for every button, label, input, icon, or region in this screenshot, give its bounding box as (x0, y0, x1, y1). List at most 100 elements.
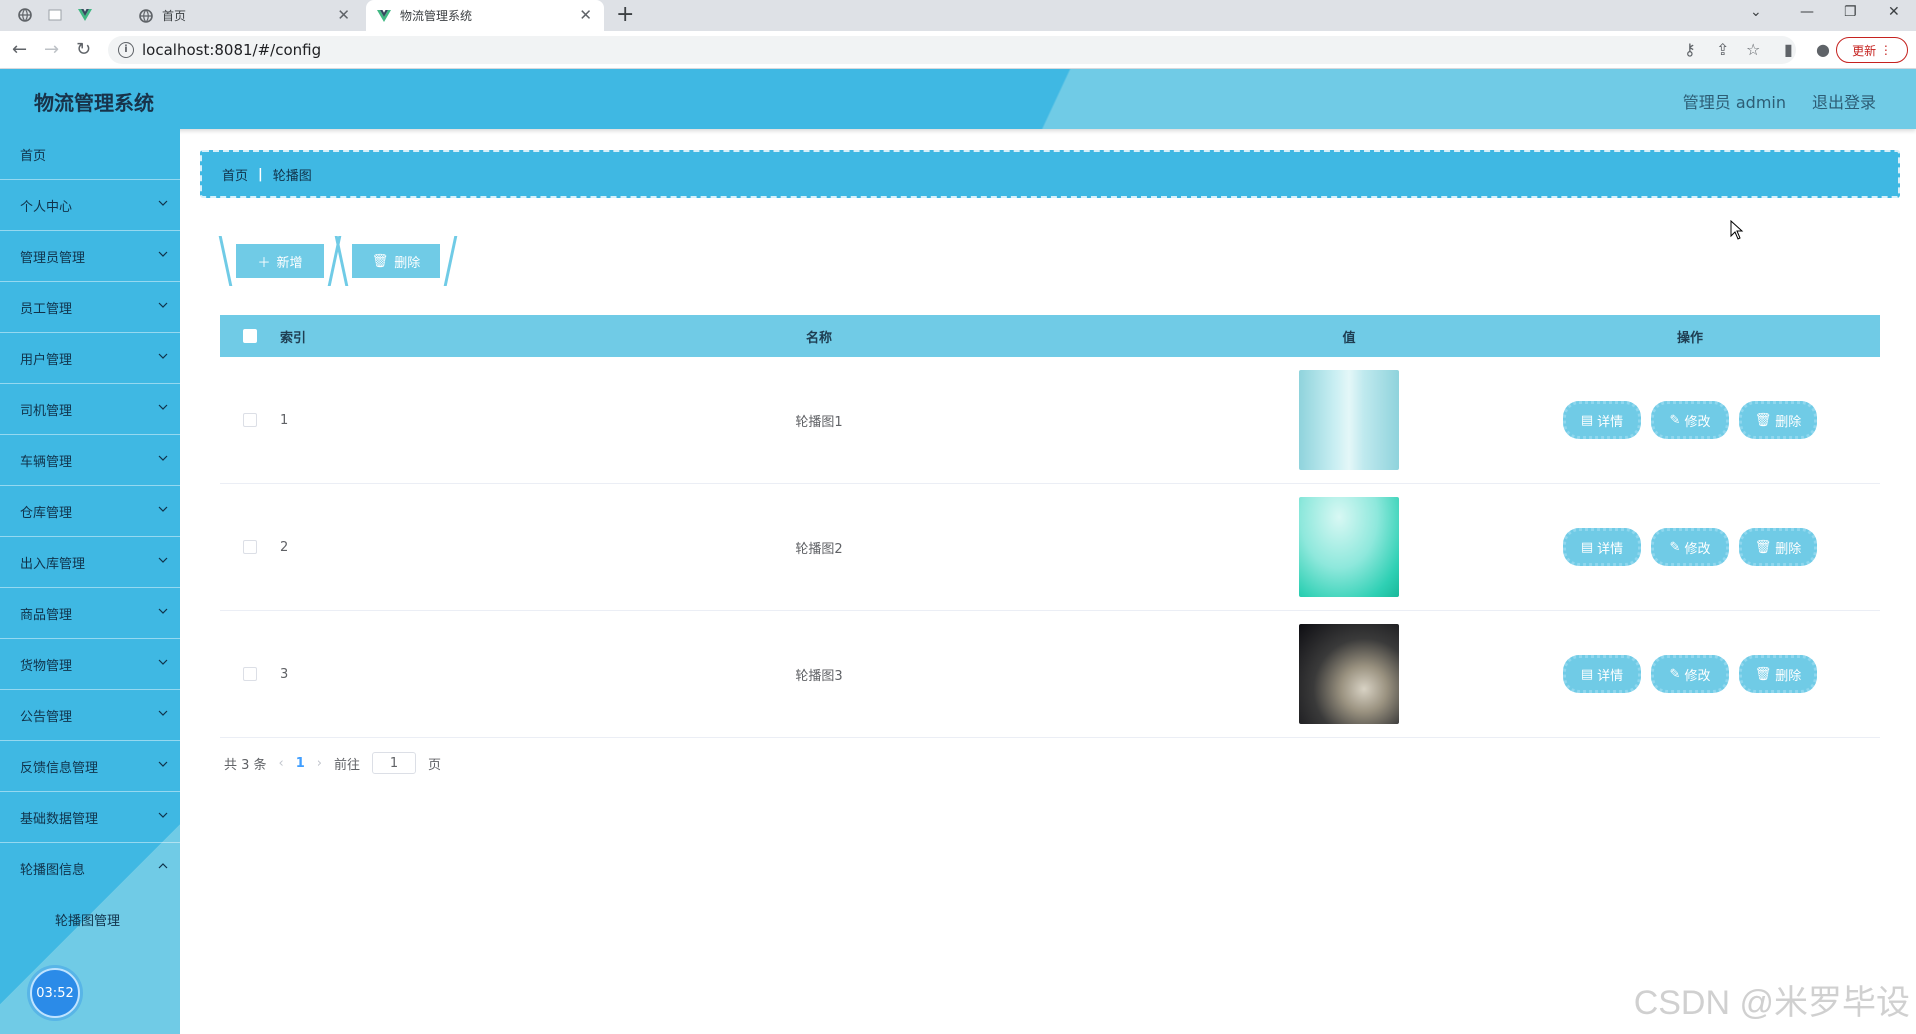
tab-logistics[interactable]: 物流管理系统 ✕ (366, 0, 604, 31)
select-all-checkbox[interactable] (243, 329, 257, 343)
prev-page-icon[interactable]: ‹ (279, 756, 284, 771)
detail-button[interactable]: ▤ 详情 (1563, 528, 1641, 566)
sidebar: 首页 个人中心 管理员管理 员工管理 用户管理 司机管理 车辆管理 仓库管理 出… (0, 129, 180, 1034)
close-window-icon[interactable]: ✕ (1888, 4, 1900, 20)
sidebar-item-label: 个人中心 (20, 199, 73, 215)
chevron-down-icon (158, 302, 168, 308)
next-page-icon[interactable]: › (317, 756, 322, 771)
sidebar-item-goods[interactable]: 货物管理 (0, 639, 180, 690)
key-icon[interactable]: ⚷ (1684, 40, 1696, 59)
sidebar-item-personal-center[interactable]: 个人中心 (0, 180, 180, 231)
delete-button[interactable]: 🗑 删除 (1739, 401, 1817, 439)
add-button[interactable]: ＋ 新增 (236, 244, 324, 278)
close-tab-icon[interactable]: ✕ (579, 6, 592, 24)
sidebar-item-admin[interactable]: 管理员管理 (0, 231, 180, 282)
row-checkbox[interactable] (243, 540, 257, 554)
sidebar-item-products[interactable]: 商品管理 (0, 588, 180, 639)
carousel-thumbnail[interactable] (1299, 497, 1399, 597)
share-icon[interactable]: ⇪ (1716, 40, 1729, 59)
star-icon[interactable]: ☆ (1746, 40, 1760, 59)
delete-button[interactable]: 🗑 删除 (1739, 528, 1817, 566)
header-name: 名称 (805, 330, 832, 346)
chevron-up-icon (158, 863, 168, 869)
delete-button[interactable]: 🗑 删除 (1739, 655, 1817, 693)
breadcrumb: 首页 | 轮播图 (200, 150, 1900, 198)
table-header: 索引 名称 值 操作 (220, 315, 1880, 357)
sidebar-item-staff[interactable]: 员工管理 (0, 282, 180, 333)
mouse-cursor-icon (1730, 220, 1744, 240)
row-name: 轮播图1 (795, 414, 843, 430)
back-arrow-icon[interactable]: ← (12, 39, 27, 60)
browser-update-button[interactable]: 更新 ⋮ (1836, 37, 1908, 63)
document-icon: ▤ (1580, 539, 1594, 555)
reload-icon[interactable]: ↻ (76, 39, 91, 60)
chevron-down-icon (158, 251, 168, 257)
breadcrumb-home[interactable]: 首页 (222, 165, 248, 184)
sidebar-item-label: 车辆管理 (20, 454, 73, 470)
tab-search-chevron-icon[interactable]: ⌄ (1750, 4, 1762, 20)
sidebar-subitem-carousel-manage[interactable]: 轮播图管理 (0, 894, 180, 944)
pinned-tab-vue-icon[interactable] (76, 6, 94, 24)
url-text: localhost:8081/#/config (142, 41, 322, 59)
sidebar-item-inout[interactable]: 出入库管理 (0, 537, 180, 588)
pinned-tab-globe-icon[interactable] (16, 6, 34, 24)
sidebar-item-label: 司机管理 (20, 403, 73, 419)
sidebar-item-drivers[interactable]: 司机管理 (0, 384, 180, 435)
row-checkbox[interactable] (243, 413, 257, 427)
profile-avatar-icon[interactable]: ● (1816, 40, 1830, 59)
sidebar-item-label: 公告管理 (20, 709, 73, 725)
row-checkbox[interactable] (243, 667, 257, 681)
side-panel-icon[interactable]: ▮ (1784, 40, 1793, 59)
sidebar-item-label: 反馈信息管理 (20, 760, 99, 776)
logout-link[interactable]: 退出登录 (1812, 89, 1876, 113)
trash-icon: 🗑 (1754, 539, 1772, 555)
sidebar-item-notice[interactable]: 公告管理 (0, 690, 180, 741)
sidebar-item-carousel[interactable]: 轮播图信息 (0, 843, 180, 894)
sidebar-item-vehicles[interactable]: 车辆管理 (0, 435, 180, 486)
minimize-icon[interactable]: — (1800, 4, 1814, 20)
globe-icon (138, 8, 154, 24)
sidebar-item-feedback[interactable]: 反馈信息管理 (0, 741, 180, 792)
site-info-icon[interactable]: i (118, 42, 134, 58)
tab-label: 首页 (162, 9, 187, 23)
detail-button[interactable]: ▤ 详情 (1563, 655, 1641, 693)
sidebar-item-home[interactable]: 首页 (0, 129, 180, 180)
plus-icon: ＋ (257, 255, 271, 271)
sidebar-item-warehouse[interactable]: 仓库管理 (0, 486, 180, 537)
chevron-down-icon (158, 404, 168, 410)
close-tab-icon[interactable]: ✕ (337, 6, 350, 24)
header-index: 索引 (280, 330, 307, 346)
page-number-current[interactable]: 1 (296, 756, 305, 771)
address-bar[interactable]: i localhost:8081/#/config (108, 36, 1796, 64)
new-tab-icon[interactable]: + (616, 2, 634, 27)
trash-icon: 🗑 (1754, 666, 1772, 682)
sidebar-item-basic-data[interactable]: 基础数据管理 (0, 792, 180, 843)
chevron-down-icon (158, 353, 168, 359)
pinned-tab-page-icon[interactable] (46, 6, 64, 24)
sidebar-item-label: 管理员管理 (20, 250, 86, 266)
sidebar-item-users[interactable]: 用户管理 (0, 333, 180, 384)
browser-toolbar: ← → ↻ i localhost:8081/#/config ⚷ ⇪ ☆ ▮ … (0, 31, 1916, 69)
chevron-down-icon (158, 455, 168, 461)
carousel-thumbnail[interactable] (1299, 624, 1399, 724)
edit-button[interactable]: ✎ 修改 (1651, 401, 1729, 439)
forward-arrow-icon[interactable]: → (44, 39, 59, 60)
batch-delete-button[interactable]: 🗑 删除 (352, 244, 440, 278)
goto-page-input[interactable] (372, 752, 417, 774)
sidebar-item-label: 货物管理 (20, 658, 73, 674)
sidebar-item-label: 用户管理 (20, 352, 73, 368)
restore-icon[interactable]: ❐ (1844, 4, 1857, 20)
trash-icon: 🗑 (371, 253, 389, 269)
edit-button[interactable]: ✎ 修改 (1651, 528, 1729, 566)
sidebar-item-label: 基础数据管理 (20, 811, 99, 827)
detail-button[interactable]: ▤ 详情 (1563, 401, 1641, 439)
row-index: 3 (280, 666, 289, 682)
carousel-thumbnail[interactable] (1299, 370, 1399, 470)
edit-button[interactable]: ✎ 修改 (1651, 655, 1729, 693)
detail-label: 详情 (1597, 414, 1624, 430)
tab-home[interactable]: 首页 ✕ (128, 0, 362, 31)
current-user: 管理员 admin (1682, 93, 1786, 112)
delete-label: 删除 (1775, 541, 1802, 557)
pagination: 共 3 条 ‹ 1 › 前往 页 (224, 752, 441, 774)
goto-label: 前往 (334, 757, 361, 773)
